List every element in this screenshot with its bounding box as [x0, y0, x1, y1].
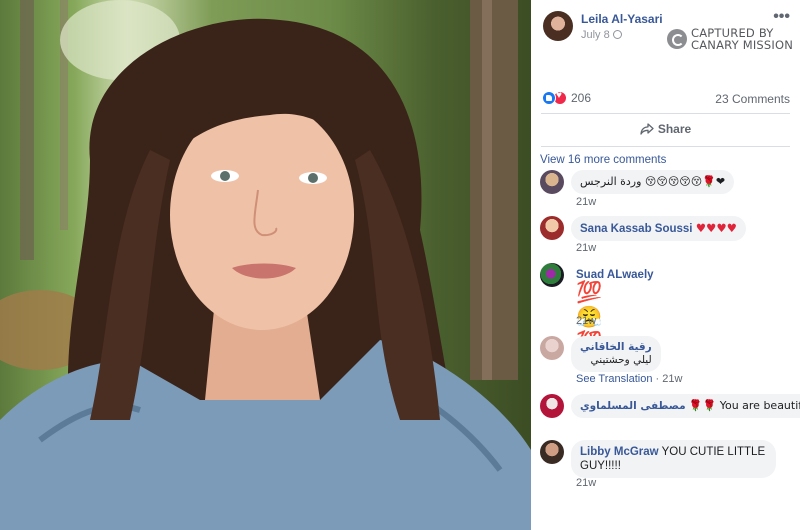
selfie-illustration [0, 0, 531, 530]
watermark-line-2: CANARY MISSION [691, 38, 794, 52]
divider [541, 146, 790, 147]
post-date-text[interactable]: July 8 [581, 29, 610, 41]
comment-text-line-1: YOU CUTIE LITTLE [661, 446, 766, 458]
comment-meta: See Translation · 21w [576, 373, 683, 385]
commenter-name[interactable]: رقية الخاقاني [580, 341, 652, 354]
comment-bubble: وردة النرجس 😚😚😚😚😚🌹❤ [571, 170, 735, 194]
commenter-avatar[interactable] [540, 440, 564, 464]
comment-text: 🌹🌹 You are beautiful [688, 399, 800, 412]
author-avatar[interactable] [543, 11, 573, 41]
commenter-avatar[interactable] [540, 216, 564, 240]
comment-count[interactable]: 23 Comments [715, 92, 790, 106]
comment-time[interactable]: 21w [576, 242, 596, 254]
author-name[interactable]: Leila Al-Yasari [581, 12, 663, 26]
comment-time[interactable]: 21w [662, 373, 682, 385]
share-label: Share [657, 122, 692, 136]
comment-bubble: Libby McGraw YOU CUTIE LITTLE GUY!!!!! [571, 440, 776, 478]
post-date[interactable]: July 8 [581, 29, 622, 41]
globe-icon [612, 30, 622, 39]
divider [541, 113, 790, 114]
commenter-name[interactable]: Libby McGraw [580, 446, 659, 458]
comment-bubble: رقية الخاقاني ليلي وحشتيني [571, 336, 661, 372]
comment-text: ♥♥♥♥ [695, 221, 737, 235]
comment-text: وردة النرجس 😚😚😚😚😚🌹❤ [580, 175, 726, 188]
commenter-name[interactable]: Sana Kassab Soussi [580, 223, 693, 235]
see-translation-link[interactable]: See Translation [576, 373, 652, 385]
commenter-avatar[interactable] [540, 394, 564, 418]
comment-time[interactable]: 21w [576, 477, 596, 489]
more-options-icon[interactable]: ••• [773, 8, 790, 26]
comment-text: ليلي وحشتيني [590, 354, 652, 366]
comment-time[interactable]: 21w [576, 196, 596, 208]
post-side-panel: Leila Al-Yasari July 8 ••• CAPTURED BY C… [531, 0, 800, 530]
watermark: CAPTURED BY CANARY MISSION [667, 27, 793, 51]
commenter-avatar[interactable] [540, 336, 564, 360]
share-button[interactable]: Share [531, 122, 800, 136]
reaction-summary[interactable]: 206 [542, 90, 592, 105]
commenter-name[interactable]: مصطفى المسلماوي [580, 400, 686, 412]
comment-bubble: مصطفى المسلماوي 🌹🌹 You are beautiful [571, 394, 800, 418]
comment-time[interactable]: 21w [576, 315, 596, 327]
view-more-comments-link[interactable]: View 16 more comments [540, 154, 666, 166]
comment-text-line-2: GUY!!!!! [580, 460, 621, 472]
canary-mission-logo [667, 29, 687, 49]
post-photo[interactable] [0, 0, 531, 530]
share-icon [640, 123, 654, 135]
like-icon [542, 91, 556, 105]
comment-bubble: Sana Kassab Soussi ♥♥♥♥ [571, 216, 746, 241]
commenter-avatar[interactable] [540, 170, 564, 194]
reaction-count: 206 [571, 91, 592, 105]
commenter-avatar[interactable] [540, 263, 564, 287]
